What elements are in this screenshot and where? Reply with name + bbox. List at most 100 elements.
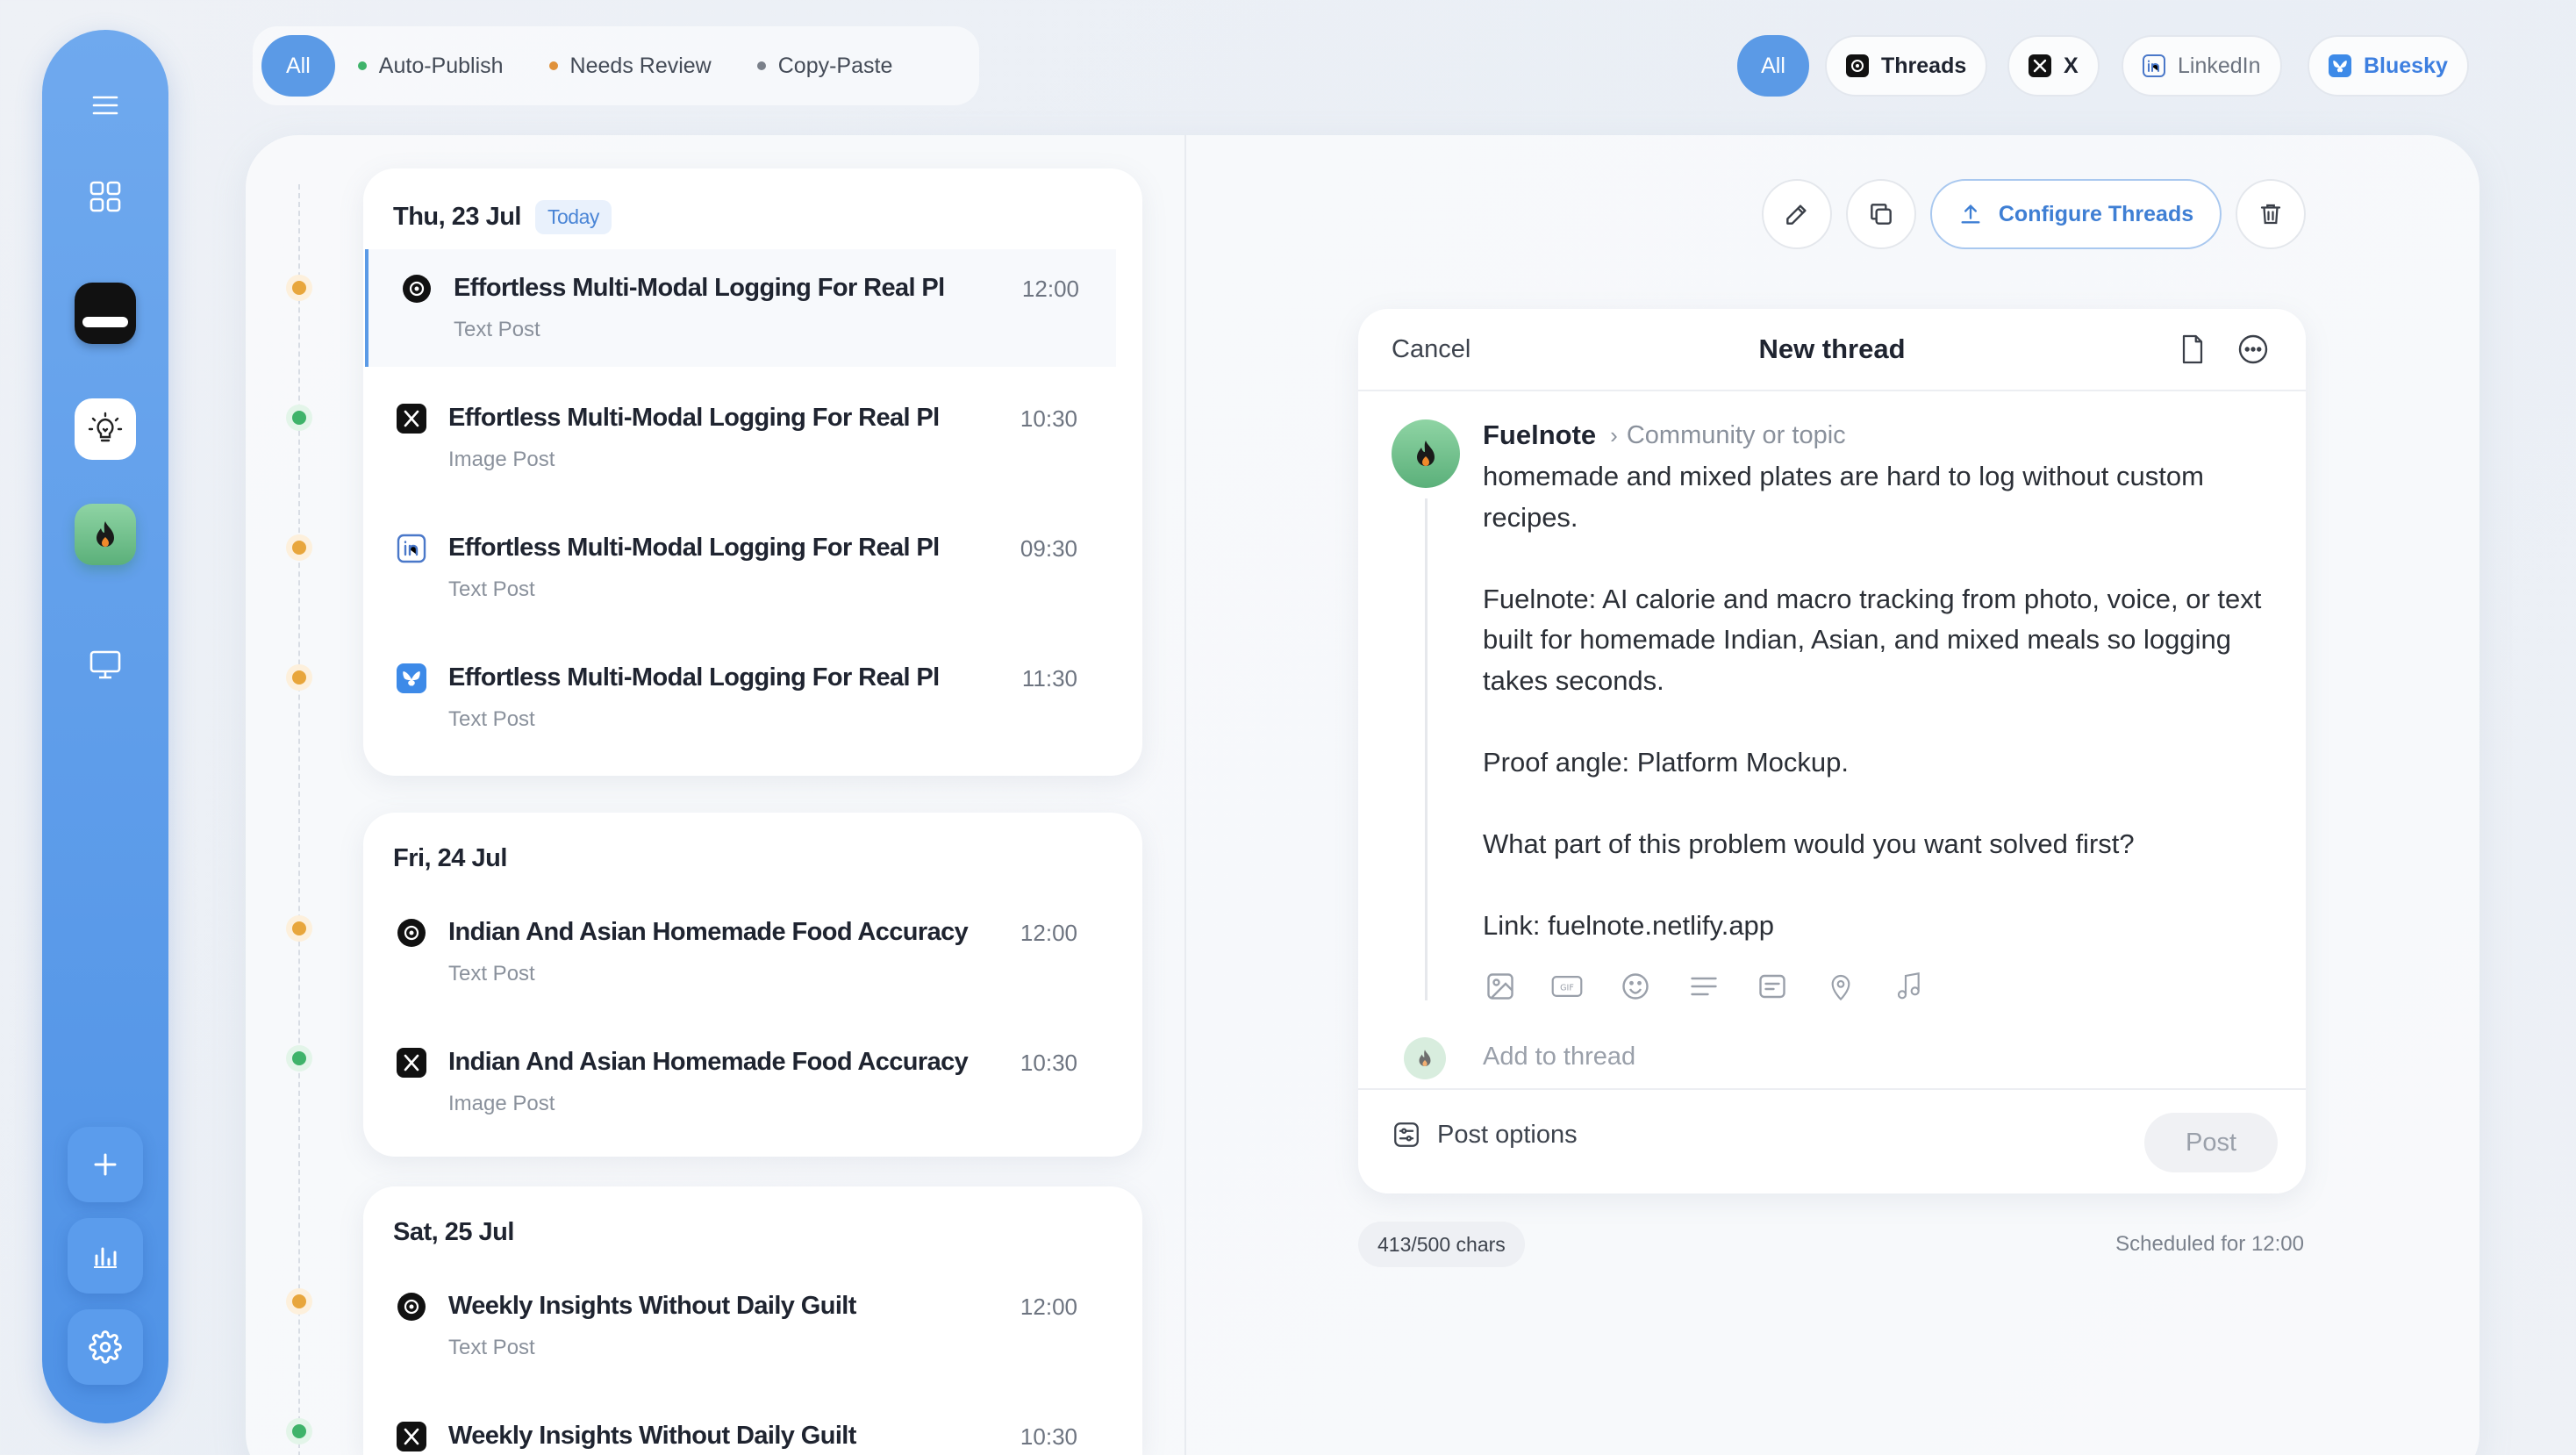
day-card: Fri, 24 Jul Indian And Asian Homemade Fo… xyxy=(363,813,1142,1157)
post-row[interactable]: Indian And Asian Homemade Food Accuracy … xyxy=(363,1023,1114,1141)
topic-selector[interactable]: Community or topic xyxy=(1627,421,1846,450)
drafts-icon[interactable] xyxy=(2179,333,2206,365)
add-button[interactable] xyxy=(68,1127,143,1202)
platform-filter-linkedin[interactable]: LinkedIn xyxy=(2122,35,2282,97)
day-header: Sat, 25 Jul xyxy=(393,1218,514,1247)
filter-needs-review[interactable]: Needs Review xyxy=(526,35,734,97)
threads-icon xyxy=(1846,54,1869,77)
platform-filter-linkedin-label: LinkedIn xyxy=(2178,53,2261,78)
post-type: Image Post xyxy=(448,448,555,471)
post-time: 10:30 xyxy=(1020,1050,1077,1076)
post-row[interactable]: Effortless Multi-Modal Logging For Real … xyxy=(363,379,1114,497)
filter-auto-publish[interactable]: Auto-Publish xyxy=(335,35,526,97)
plus-icon xyxy=(94,1153,117,1176)
x-icon xyxy=(397,1422,426,1451)
needs-review-dot xyxy=(548,61,558,70)
scheduled-time: Scheduled for 12:00 xyxy=(2115,1232,2304,1256)
platform-filter-x[interactable]: X xyxy=(2007,35,2100,97)
platform-filter-threads[interactable]: Threads xyxy=(1825,35,1988,97)
threads-icon xyxy=(397,1293,426,1321)
post-row[interactable]: Effortless Multi-Modal Logging For Real … xyxy=(363,639,1114,756)
post-row[interactable]: Indian And Asian Homemade Food Accuracy … xyxy=(363,893,1114,1011)
platform-filter-all[interactable]: All xyxy=(1737,35,1809,97)
svg-text:GIF: GIF xyxy=(1560,984,1574,993)
day-date: Fri, 24 Jul xyxy=(393,844,507,872)
post-title: Effortless Multi-Modal Logging For Real … xyxy=(454,274,945,302)
filter-all-label: All xyxy=(286,53,311,78)
cancel-button[interactable]: Cancel xyxy=(1392,335,1470,364)
app-icon-dark[interactable] xyxy=(75,283,136,344)
image-icon[interactable] xyxy=(1483,969,1518,1004)
sliders-icon xyxy=(1394,1122,1419,1147)
menu-icon[interactable] xyxy=(81,81,130,130)
timeline-dot xyxy=(286,1288,312,1315)
location-icon[interactable] xyxy=(1823,969,1858,1004)
duplicate-button[interactable] xyxy=(1846,179,1916,249)
post-options-button[interactable]: Post options xyxy=(1392,1120,1578,1150)
emoji-icon[interactable] xyxy=(1618,969,1653,1004)
linkedin-icon xyxy=(2143,54,2165,77)
configure-threads-button[interactable]: Configure Threads xyxy=(1930,179,2222,249)
chart-icon xyxy=(94,1247,117,1268)
platform-filter-x-label: X xyxy=(2064,53,2079,78)
gif-icon[interactable]: GIF xyxy=(1549,969,1585,1004)
music-icon[interactable] xyxy=(1892,969,1927,1004)
composer-title: New thread xyxy=(1758,333,1906,364)
post-row[interactable]: Effortless Multi-Modal Logging For Real … xyxy=(363,509,1114,627)
platform-filter-bluesky[interactable]: Bluesky xyxy=(2308,35,2469,97)
bluesky-icon xyxy=(397,663,426,693)
account-name: Fuelnote xyxy=(1483,419,1597,450)
app-icon-lightbulb[interactable] xyxy=(75,398,136,460)
filter-copy-paste[interactable]: Copy-Paste xyxy=(734,35,916,97)
filter-all[interactable]: All xyxy=(261,35,335,97)
post-button[interactable]: Post xyxy=(2144,1113,2278,1172)
post-type: Text Post xyxy=(454,318,540,341)
upload-icon xyxy=(1961,204,1980,224)
composer-header: Cancel New thread xyxy=(1358,309,2306,391)
timeline-dot xyxy=(286,275,312,301)
day-card: Sat, 25 Jul Weekly Insights Without Dail… xyxy=(363,1186,1142,1455)
post-time: 09:30 xyxy=(1020,535,1077,562)
platform-filter-all-label: All xyxy=(1761,53,1785,78)
poll-icon[interactable] xyxy=(1755,969,1790,1004)
day-date: Sat, 25 Jul xyxy=(393,1218,514,1246)
gear-icon xyxy=(89,1330,122,1364)
monitor-icon[interactable] xyxy=(81,641,130,690)
thread-composer: Cancel New thread Fuelnote › Community o… xyxy=(1358,309,2306,1193)
post-options-label: Post options xyxy=(1437,1120,1578,1149)
post-title: Effortless Multi-Modal Logging For Real … xyxy=(448,663,940,692)
timeline-dot xyxy=(286,405,312,431)
post-type: Text Post xyxy=(448,707,535,731)
post-body-textarea[interactable]: homemade and mixed plates are hard to lo… xyxy=(1483,456,2272,946)
timeline-dot xyxy=(286,1045,312,1072)
timeline-dot xyxy=(286,915,312,942)
copy-paste-dot xyxy=(756,61,766,70)
post-time: 10:30 xyxy=(1020,1423,1077,1450)
more-icon[interactable] xyxy=(2237,333,2269,365)
x-icon xyxy=(2029,54,2051,77)
post-time: 12:00 xyxy=(1020,920,1077,946)
edit-button[interactable] xyxy=(1762,179,1832,249)
text-format-icon[interactable] xyxy=(1686,969,1721,1004)
day-card: Thu, 23 Jul Today Effortless Multi-Modal … xyxy=(363,168,1142,776)
add-to-thread-button[interactable]: Add to thread xyxy=(1483,1043,1635,1072)
threads-icon xyxy=(397,919,426,947)
post-type: Image Post xyxy=(448,1092,555,1115)
bluesky-icon xyxy=(2329,54,2351,77)
post-time: 11:30 xyxy=(1021,665,1077,692)
post-row[interactable]: Weekly Insights Without Daily Guilt Text… xyxy=(363,1267,1114,1385)
settings-button[interactable] xyxy=(68,1309,143,1385)
day-header: Fri, 24 Jul xyxy=(393,844,507,873)
post-time: 12:00 xyxy=(1020,1294,1077,1320)
post-row[interactable]: Effortless Multi-Modal Logging For Real … xyxy=(365,249,1116,367)
trash-icon xyxy=(2260,204,2281,225)
chevron-right-icon: › xyxy=(1610,421,1618,448)
grid-icon[interactable] xyxy=(81,172,130,221)
delete-button[interactable] xyxy=(2236,179,2306,249)
app-icon-fuelnote[interactable] xyxy=(75,504,136,565)
analytics-button[interactable] xyxy=(68,1218,143,1294)
configure-threads-label: Configure Threads xyxy=(1998,201,2194,226)
sidebar xyxy=(42,30,168,1423)
filter-copy-paste-label: Copy-Paste xyxy=(777,53,893,78)
post-row[interactable]: Weekly Insights Without Daily Guilt Imag… xyxy=(363,1397,1114,1455)
